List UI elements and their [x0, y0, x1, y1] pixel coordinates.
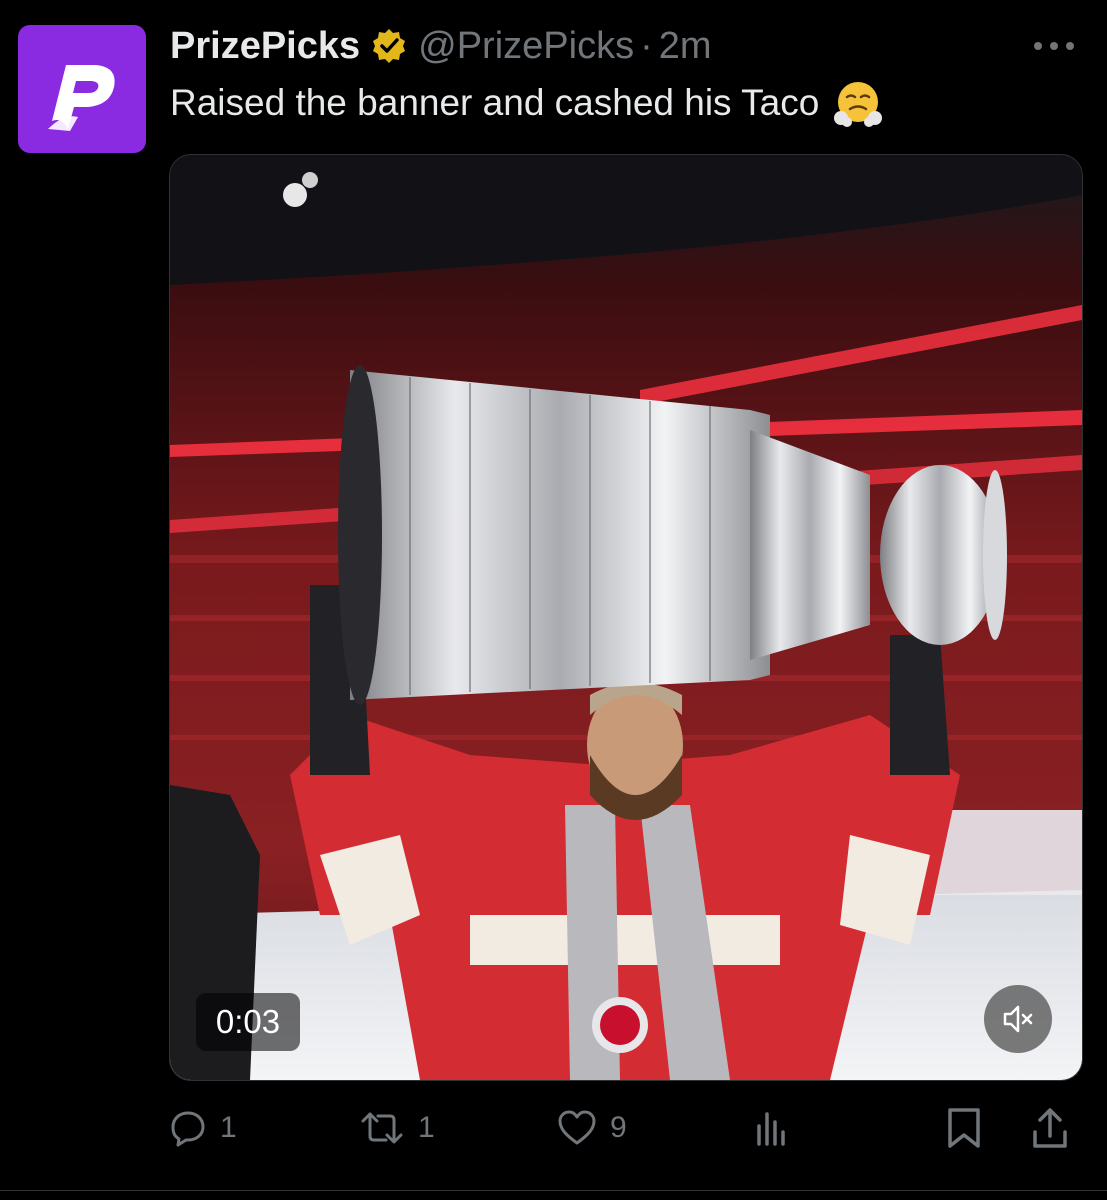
share-button[interactable] [1030, 1098, 1070, 1158]
video-player-frame-image [170, 155, 1082, 1080]
tweet-text: Raised the banner and cashed his Taco [170, 78, 883, 128]
tweet-header: PrizePicks @PrizePicks · 2m [170, 20, 1070, 72]
repost-button[interactable]: 1 [358, 1098, 435, 1158]
more-options-button[interactable] [1031, 26, 1077, 66]
like-button[interactable]: 9 [556, 1098, 627, 1158]
more-horizontal-icon [1034, 42, 1074, 50]
reply-icon [168, 1108, 208, 1148]
mute-button[interactable] [984, 985, 1052, 1053]
action-bar: 1 1 9 [168, 1098, 1078, 1158]
share-icon [1030, 1106, 1070, 1150]
face-with-steam-from-nose-emoji-icon [833, 78, 883, 128]
timestamp[interactable]: 2m [659, 25, 712, 68]
views-chart-icon [751, 1108, 791, 1148]
handle[interactable]: @PrizePicks [418, 25, 634, 68]
separator-dot: · [640, 24, 653, 67]
tweet-text-content: Raised the banner and cashed his Taco [170, 82, 820, 123]
tweet-card[interactable]: PrizePicks @PrizePicks · 2m Raised the b… [0, 0, 1107, 1200]
divider [0, 1190, 1107, 1191]
video-timestamp: 0:03 [215, 1003, 281, 1040]
reply-count: 1 [220, 1111, 237, 1144]
avatar[interactable] [18, 25, 146, 153]
reply-button[interactable]: 1 [168, 1098, 237, 1158]
bookmark-icon [944, 1106, 984, 1150]
display-name[interactable]: PrizePicks [170, 25, 360, 68]
like-heart-icon [556, 1108, 598, 1148]
repost-icon [358, 1108, 406, 1148]
views-button[interactable] [751, 1098, 791, 1158]
bookmark-button[interactable] [944, 1098, 984, 1158]
verified-gold-badge-icon[interactable] [370, 27, 408, 65]
video-timestamp-badge: 0:03 [196, 993, 300, 1051]
volume-muted-icon [1003, 1005, 1033, 1033]
prizepicks-logo-icon [48, 65, 115, 131]
repost-count: 1 [418, 1111, 435, 1144]
video-player[interactable] [169, 154, 1083, 1081]
like-count: 9 [610, 1111, 627, 1144]
